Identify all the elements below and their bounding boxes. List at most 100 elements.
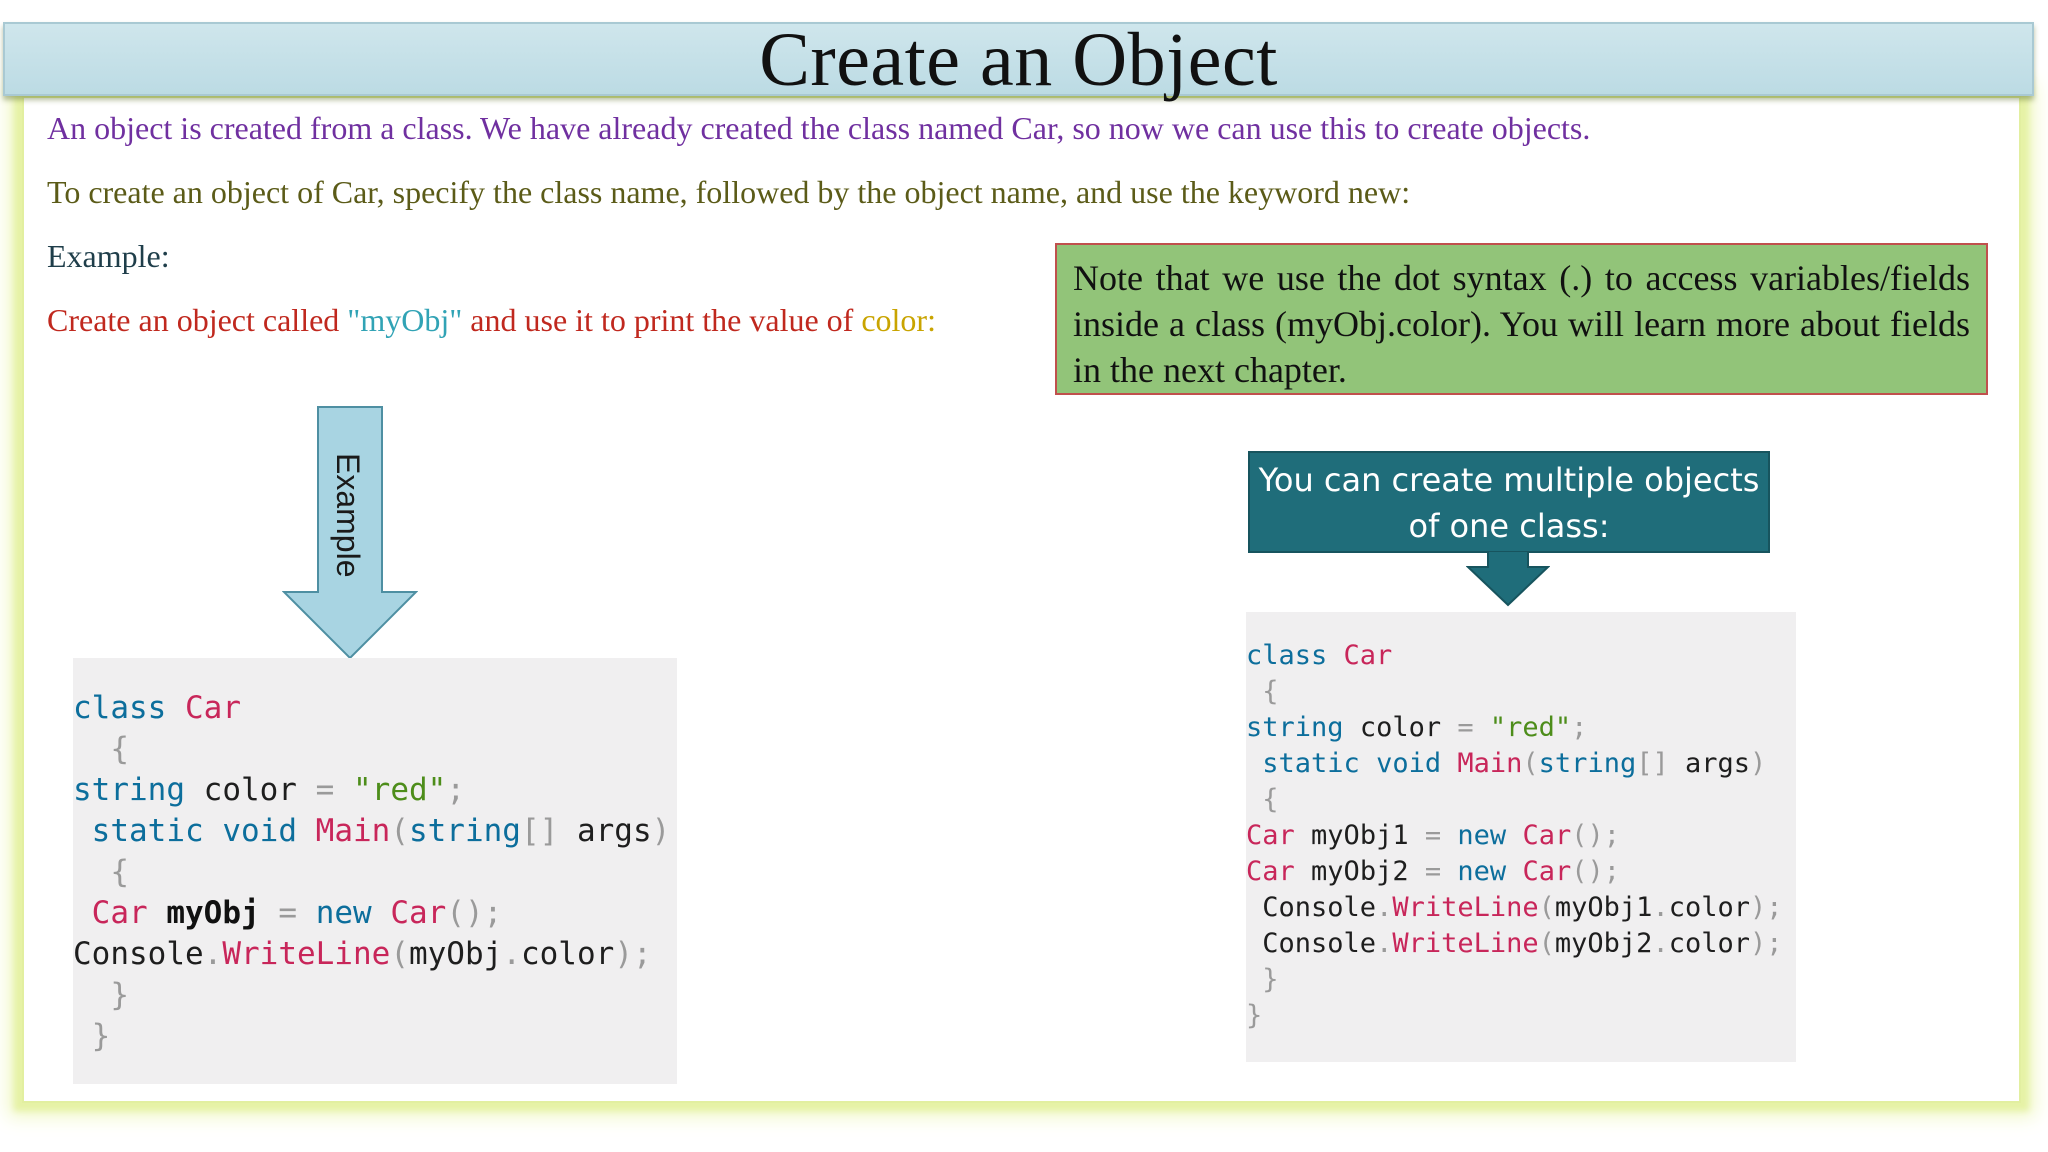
code-line: { [73,729,677,770]
code-token: color [1359,712,1442,743]
code-token: Car [91,895,148,931]
code-line: static void Main(string[] args) [1246,746,1796,782]
code-token: } [1262,964,1279,995]
code-token: . [1376,892,1393,923]
code-line: string color = "red"; [1246,710,1796,746]
code-token: { [1262,676,1279,707]
code-token: = [315,772,335,808]
code-token: color [1668,928,1750,959]
code-token: . [1376,928,1393,959]
code-line: { [1246,782,1796,818]
callout-line-1: You can create multiple objects [1258,461,1760,499]
code-token: Main [1457,748,1523,779]
code-block-single-object: class Car {string color = "red"; static … [73,658,677,1084]
code-line: Car myObj1 = new Car(); [1246,818,1796,854]
code-line: Console.WriteLine(myObj.color); [73,934,677,975]
code-token: } [1246,1000,1263,1031]
code-token: ) [651,813,671,849]
code-token: myObj2 [1311,856,1409,887]
code-line: } [1246,998,1796,1034]
code-token: color [520,936,615,972]
code-token: Console [73,936,204,972]
code-token: class [1246,640,1328,671]
code-token: (); [1571,820,1620,851]
code-line: Car myObj = new Car(); [73,893,677,934]
code-token: myObj1 [1554,892,1653,923]
code-token: Console [1262,892,1377,923]
code-token: . [1652,928,1669,959]
code-token: { [110,854,129,890]
code-token: new [315,895,372,931]
code-token: color [1668,892,1750,923]
code-token: [] [1636,748,1669,779]
code-token: void [1376,748,1442,779]
code-token: myObj2 [1554,928,1653,959]
code-token: "red" [1489,712,1572,743]
code-token: ( [1538,928,1555,959]
code-token: . [502,936,521,972]
intro-text: An object is created from a class. We ha… [47,110,1591,146]
code-token: = [1424,856,1442,887]
code-line: Console.WriteLine(myObj1.color); [1246,890,1796,926]
howto-text: To create an object of Car, specify the … [47,174,1411,210]
code-line: { [73,852,677,893]
code-token: Car [1246,820,1295,851]
code-token: myObj [166,895,260,931]
code-token: static [91,813,204,849]
code-token: ); [1750,892,1783,923]
code-token: ) [1750,748,1767,779]
code-token: [] [520,813,559,849]
code-token: new [1457,820,1507,851]
multiple-objects-callout: You can create multiple objects of one c… [1248,451,1770,553]
note-box: Note that we use the dot syntax (.) to a… [1055,243,1988,395]
code-token: Car [1522,820,1572,851]
code-token: (); [446,895,503,931]
object-name-highlight: "myObj" [347,302,463,338]
code-block-multiple-objects: class Car {string color = "red"; static … [1246,612,1796,1062]
slide-title: Create an Object [759,18,1278,102]
code-line: } [73,975,677,1016]
code-line: Car myObj2 = new Car(); [1246,854,1796,890]
code-token: { [110,731,129,767]
code-token: new [1457,856,1507,887]
code-token: { [1262,784,1279,815]
code-token: Car [1343,640,1393,671]
instruction-part1: Create an object called [47,302,348,338]
example-label: Example: [47,238,170,274]
code-token: color [203,772,297,808]
code-line: } [1246,962,1796,998]
code-token: Main [315,813,391,849]
code-token: = [1424,820,1442,851]
code-token: . [203,936,223,972]
code-token: (); [1571,856,1620,887]
code-token: string [1246,712,1344,743]
code-token: static [1262,748,1360,779]
code-token: ); [614,936,652,972]
code-line: static void Main(string[] args) [73,811,677,852]
code-token: Console [1262,928,1377,959]
code-line: } [73,1016,677,1057]
arrow-label: Example [330,452,366,578]
code-token: ); [1750,928,1783,959]
code-line: Console.WriteLine(myObj2.color); [1246,926,1796,962]
code-token: args [576,813,652,849]
create-object-instruction: Create an object called "myObj" and use … [47,302,936,339]
code-token: ( [1522,748,1539,779]
code-line: class Car [73,688,677,729]
code-token: "red" [353,772,447,808]
instruction-part2: and use it to print the value of [462,302,862,338]
code-token: Car [1522,856,1572,887]
code-token: = [1457,712,1474,743]
code-token: Car [390,895,447,931]
code-token: } [91,1018,111,1054]
code-token: ( [1538,892,1555,923]
code-line: string color = "red"; [73,770,677,811]
field-name-highlight: color: [861,302,936,338]
code-token: string [408,813,521,849]
code-token: myObj1 [1311,820,1409,851]
code-token: Car [185,690,241,726]
code-token: WriteLine [222,936,391,972]
title-bar: Create an Object [3,18,2034,102]
code-token: = [278,895,298,931]
code-token: ( [390,936,409,972]
